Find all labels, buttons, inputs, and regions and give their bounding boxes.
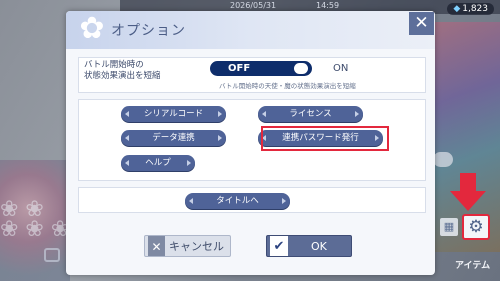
ok-button[interactable]: ✔ OK: [266, 235, 352, 257]
settings-button[interactable]: ⚙: [462, 214, 490, 240]
calendar-icon[interactable]: ▦: [440, 218, 458, 236]
title-screen-button[interactable]: タイトルへ: [185, 193, 290, 209]
item-label[interactable]: アイテム: [455, 258, 490, 271]
mail-icon[interactable]: [44, 248, 60, 262]
cancel-button[interactable]: ✕ キャンセル: [144, 235, 231, 257]
toggle-label: バトル開始時の 状態効果演出を短縮: [84, 60, 161, 81]
highlight-box: [261, 126, 389, 151]
cross-icon: ✕: [148, 236, 165, 256]
dialog-title: オプション: [111, 23, 186, 39]
currency-counter[interactable]: ◆ 1,823: [447, 3, 494, 15]
gear-icon: ⚙: [468, 216, 484, 237]
toggle-off-label[interactable]: OFF: [228, 63, 250, 74]
check-icon: ✔: [270, 236, 288, 256]
red-arrow-down-icon: [450, 173, 486, 211]
help-button[interactable]: ヘルプ: [121, 155, 195, 171]
currency-amount: 1,823: [462, 4, 488, 14]
cancel-label: キャンセル: [169, 240, 224, 253]
time-text: 14:59: [316, 1, 340, 10]
options-dialog: ✿ オプション ✕ バトル開始時の 状態効果演出を短縮 OFF ON バトル開始…: [66, 11, 435, 275]
date-text: 2026/05/31: [230, 1, 277, 10]
chat-bubble-icon[interactable]: [433, 152, 453, 167]
dialog-header: ✿ オプション ✕: [66, 11, 435, 49]
close-icon: ✕: [414, 13, 429, 33]
close-button[interactable]: ✕: [409, 12, 434, 35]
flower-icon: ✿: [79, 11, 105, 46]
serial-code-button[interactable]: シリアルコード: [121, 106, 226, 122]
battle-effect-toggle-panel: バトル開始時の 状態効果演出を短縮 OFF ON バトル開始時の天使・魔の状態効…: [78, 57, 426, 93]
title-panel: タイトルへ: [78, 187, 426, 213]
flower-decoration: ❀ ❀ ❀ ❀ ❀: [0, 197, 70, 242]
license-button[interactable]: ライセンス: [258, 106, 363, 122]
effect-shorten-toggle[interactable]: [210, 61, 312, 76]
data-link-button[interactable]: データ連携: [121, 130, 226, 146]
ok-label: OK: [311, 240, 327, 253]
gem-icon: ◆: [453, 4, 461, 14]
options-buttons-panel: シリアルコード ライセンス データ連携 連携パスワード発行 ヘルプ: [78, 99, 426, 181]
toggle-on-label[interactable]: ON: [333, 63, 348, 74]
toggle-note: バトル開始時の天使・魔の状態効果演出を短縮: [219, 82, 356, 90]
